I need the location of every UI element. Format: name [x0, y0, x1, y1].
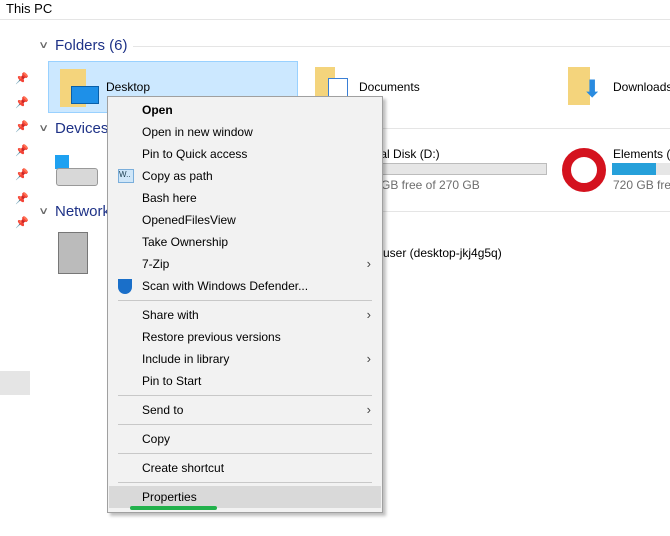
pin-icon[interactable]: 📌: [15, 72, 29, 85]
menu-separator: [118, 482, 372, 483]
pin-icon[interactable]: 📌: [15, 120, 29, 133]
menu-item-label: Include in library: [142, 352, 230, 366]
network-item[interactable]: user (desktop-jkj4g5q): [383, 246, 502, 260]
menu-item-label: Send to: [142, 403, 184, 417]
nav-pane-selected-item[interactable]: [0, 371, 30, 395]
menu-separator: [118, 300, 372, 301]
menu-separator: [118, 395, 372, 396]
menu-item-send-to[interactable]: Send to ›: [109, 399, 381, 421]
menu-item-open-new-window[interactable]: Open in new window: [109, 121, 381, 143]
menu-item-restore-previous[interactable]: Restore previous versions: [109, 326, 381, 348]
collapse-chevron-icon[interactable]: ∨: [38, 206, 49, 217]
menu-item-copy-as-path[interactable]: W.. Copy as path: [109, 165, 381, 187]
folder-documents[interactable]: Documents: [359, 80, 420, 94]
pin-icon[interactable]: 📌: [15, 96, 29, 109]
group-divider: [383, 211, 670, 212]
collapse-chevron-icon[interactable]: ∨: [38, 40, 49, 51]
windows-defender-icon: [118, 279, 132, 294]
menu-item-label: 7-Zip: [142, 257, 170, 271]
menu-item-pin-to-start[interactable]: Pin to Start: [109, 370, 381, 392]
desktop-icon: [71, 86, 99, 104]
pin-icon[interactable]: 📌: [15, 216, 29, 229]
menu-item-label: Copy as path: [142, 169, 213, 183]
download-arrow-icon: ⬇: [582, 76, 603, 103]
window-title: This PC: [6, 1, 53, 16]
pin-icon[interactable]: 📌: [15, 144, 29, 157]
collapse-chevron-icon[interactable]: ∨: [38, 123, 49, 134]
drive-d-free: GB free of 270 GB: [381, 178, 480, 192]
header-divider: [0, 19, 670, 20]
context-menu: Open Open in new window Pin to Quick acc…: [107, 96, 383, 513]
menu-separator: [118, 453, 372, 454]
drive-d-usage-bar: [373, 163, 547, 175]
group-divider: [383, 128, 670, 129]
menu-item-openedfilesview[interactable]: OpenedFilesView: [109, 209, 381, 231]
group-divider: [133, 46, 670, 47]
menu-item-create-shortcut[interactable]: Create shortcut: [109, 457, 381, 479]
menu-item-label: Share with: [142, 308, 199, 322]
menu-item-pin-quick-access[interactable]: Pin to Quick access: [109, 143, 381, 165]
menu-item-properties[interactable]: Properties: [109, 486, 381, 508]
pin-icon[interactable]: 📌: [15, 168, 29, 181]
drive-icon: [56, 168, 98, 186]
menu-separator: [118, 424, 372, 425]
drive-elements-free: 720 GB free: [613, 178, 670, 192]
highlight-underline: [130, 506, 217, 510]
folder-label: Desktop: [106, 80, 151, 94]
menu-item-include-library[interactable]: Include in library ›: [109, 348, 381, 370]
menu-item-scan-defender[interactable]: Scan with Windows Defender...: [109, 275, 381, 297]
drive-elements-label[interactable]: Elements (: [613, 147, 670, 161]
menu-item-bash-here[interactable]: Bash here: [109, 187, 381, 209]
submenu-arrow-icon: ›: [366, 256, 371, 271]
menu-item-open[interactable]: Open: [109, 99, 381, 121]
menu-item-7zip[interactable]: 7-Zip ›: [109, 253, 381, 275]
group-devices[interactable]: Devices: [55, 120, 108, 137]
opera-icon: [562, 148, 606, 192]
windows-logo-icon: [55, 155, 69, 169]
menu-item-copy[interactable]: Copy: [109, 428, 381, 450]
submenu-arrow-icon: ›: [366, 351, 371, 366]
submenu-arrow-icon: ›: [366, 402, 371, 417]
submenu-arrow-icon: ›: [366, 307, 371, 322]
menu-item-take-ownership[interactable]: Take Ownership: [109, 231, 381, 253]
menu-item-share-with[interactable]: Share with ›: [109, 304, 381, 326]
group-folders[interactable]: Folders (6): [55, 37, 128, 54]
media-server-icon: [58, 232, 88, 274]
pin-icon[interactable]: 📌: [15, 192, 29, 205]
menu-item-label: Scan with Windows Defender...: [142, 279, 309, 293]
copy-path-icon: W..: [118, 169, 134, 183]
folder-downloads[interactable]: Downloads: [613, 80, 670, 94]
group-network[interactable]: Network: [55, 203, 110, 220]
drive-elements-usage-bar: [612, 163, 670, 175]
